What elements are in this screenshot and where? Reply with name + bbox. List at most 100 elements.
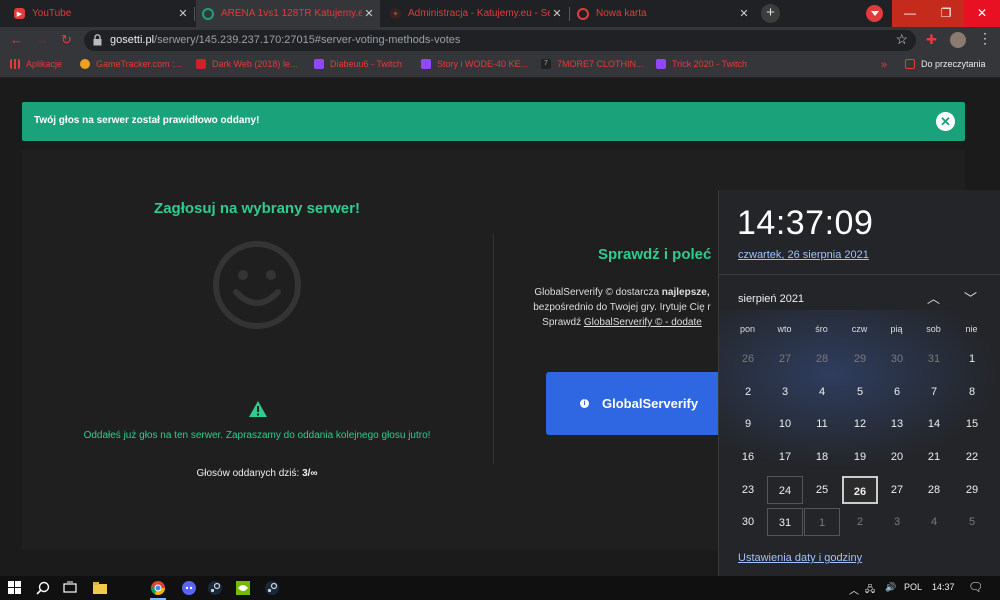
close-tab-icon[interactable]: ✕: [737, 7, 751, 20]
minimize-button[interactable]: —: [892, 0, 928, 27]
globalserverify-link[interactable]: GlobalServerify © - dodate: [584, 317, 702, 328]
calendar-day[interactable]: 2: [730, 378, 766, 406]
calendar-day[interactable]: 7: [916, 378, 952, 406]
calendar-day[interactable]: 27: [879, 476, 915, 504]
calendar-day[interactable]: 29: [842, 345, 878, 373]
calendar-day[interactable]: 15: [954, 410, 990, 438]
close-tab-icon[interactable]: ✕: [550, 7, 564, 20]
search-icon[interactable]: [36, 581, 50, 595]
calendar-day[interactable]: 1: [804, 508, 840, 536]
calendar-day[interactable]: 14: [916, 410, 952, 438]
calendar-day[interactable]: 5: [842, 378, 878, 406]
steam-icon[interactable]: [265, 581, 279, 595]
calendar-day[interactable]: 31: [767, 508, 803, 536]
calendar-day[interactable]: 17: [767, 443, 803, 471]
calendar-day[interactable]: 12: [842, 410, 878, 438]
back-arrow-icon[interactable]: ←: [10, 32, 23, 47]
calendar-day[interactable]: 20: [879, 443, 915, 471]
calendar-day[interactable]: 3: [767, 378, 803, 406]
bookmark-diabeuu6[interactable]: Diabeuu6 - Twitch: [314, 59, 402, 69]
clock-date-link[interactable]: czwartek, 26 sierpnia 2021: [738, 249, 869, 261]
calendar-day[interactable]: 30: [879, 345, 915, 373]
calendar-day[interactable]: 9: [730, 410, 766, 438]
restore-button[interactable]: ❐: [928, 0, 964, 27]
network-icon[interactable]: 🖧: [865, 582, 875, 598]
calendar-month-label[interactable]: sierpień 2021: [738, 293, 804, 305]
calendar-day[interactable]: 26: [730, 345, 766, 373]
reload-icon[interactable]: ↻: [61, 32, 72, 48]
calendar-day[interactable]: 10: [767, 410, 803, 438]
calendar-day[interactable]: 29: [954, 476, 990, 504]
reading-list-button[interactable]: Do przeczytania: [905, 59, 986, 69]
calendar-day[interactable]: 5: [954, 508, 990, 536]
calendar-day[interactable]: 27: [767, 345, 803, 373]
calendar-day[interactable]: 21: [916, 443, 952, 471]
calendar-day[interactable]: 4: [916, 508, 952, 536]
forward-arrow-icon[interactable]: →: [36, 32, 49, 47]
calendar-day[interactable]: 25: [804, 476, 840, 504]
tab-search-icon[interactable]: [866, 5, 883, 22]
apps-grid-icon: [10, 59, 20, 69]
nvidia-icon[interactable]: [236, 581, 250, 595]
close-tab-icon[interactable]: ✕: [362, 7, 376, 20]
new-tab-button[interactable]: +: [761, 4, 780, 23]
calendar-day[interactable]: 23: [730, 476, 766, 504]
calendar-day[interactable]: 2: [842, 508, 878, 536]
globalserverify-button[interactable]: i GlobalServerify: [546, 372, 726, 435]
tray-expand-icon[interactable]: ︿: [849, 582, 859, 597]
calendar-day[interactable]: 22: [954, 443, 990, 471]
windows-start-icon[interactable]: [8, 581, 22, 595]
calendar-day[interactable]: 8: [954, 378, 990, 406]
steam-icon[interactable]: [208, 581, 222, 595]
bookmark-dark-web[interactable]: Dark Web (2018) le...: [196, 59, 297, 69]
bookmark-apps[interactable]: Aplikacje: [10, 59, 62, 69]
success-alert: Twój głos na serwer został prawidłowo od…: [22, 102, 965, 141]
browser-menu-icon[interactable]: ⋮: [978, 30, 992, 47]
calendar-day[interactable]: 31: [916, 345, 952, 373]
chevron-down-icon[interactable]: ﹀: [964, 288, 977, 307]
calendar-day[interactable]: 6: [879, 378, 915, 406]
volume-icon[interactable]: 🔊: [885, 582, 896, 593]
address-bar[interactable]: gosetti.pl/serwery/145.239.237.170:27015…: [84, 30, 916, 51]
chevron-up-icon[interactable]: ︿: [927, 288, 940, 307]
crosshair-icon: [202, 7, 214, 20]
tab-arena[interactable]: ARENA 1vs1 128TR Katujemy.eu « ✕: [196, 0, 380, 27]
language-indicator[interactable]: POL: [904, 582, 922, 592]
chrome-icon[interactable]: [151, 581, 165, 595]
calendar-day[interactable]: 18: [804, 443, 840, 471]
calendar-day[interactable]: 24: [767, 476, 803, 504]
taskbar-clock[interactable]: 14:37: [932, 582, 955, 592]
calendar-day[interactable]: 28: [804, 345, 840, 373]
calendar-day[interactable]: 4: [804, 378, 840, 406]
calendar-day[interactable]: 19: [842, 443, 878, 471]
calendar-day[interactable]: 11: [804, 410, 840, 438]
bookmark-gametracker[interactable]: GameTracker.com :...: [80, 59, 182, 69]
task-view-icon[interactable]: [63, 581, 77, 595]
calendar-day[interactable]: 28: [916, 476, 952, 504]
close-tab-icon[interactable]: ✕: [176, 7, 190, 20]
tab-youtube[interactable]: ▶ YouTube ✕: [8, 0, 194, 27]
profile-avatar[interactable]: [950, 32, 966, 48]
close-window-button[interactable]: ✕: [964, 0, 1000, 27]
calendar-day[interactable]: 13: [879, 410, 915, 438]
bookmark-story[interactable]: Story i WODE-40 KE...: [421, 59, 528, 69]
calendar-day[interactable]: 1: [954, 345, 990, 373]
calendar-day[interactable]: 3: [879, 508, 915, 536]
notification-center-icon[interactable]: 🗨: [968, 580, 983, 594]
youtube-icon: ▶: [14, 8, 25, 19]
calendar-day[interactable]: 30: [730, 508, 766, 536]
bookmarks-overflow-button[interactable]: »: [881, 59, 887, 71]
calendar-day[interactable]: 16: [730, 443, 766, 471]
date-time-settings-link[interactable]: Ustawienia daty i godziny: [738, 552, 862, 564]
bookmark-trick[interactable]: Trick 2020 - Twitch: [656, 59, 747, 69]
calendar-day[interactable]: 26: [842, 476, 878, 504]
tab-nowa-karta[interactable]: Nowa karta ✕: [571, 0, 755, 27]
extensions-puzzle-icon[interactable]: ✚: [926, 32, 937, 48]
close-alert-icon[interactable]: ✕: [936, 112, 955, 131]
file-explorer-icon[interactable]: [93, 581, 107, 595]
bookmark-star-icon[interactable]: ☆: [895, 31, 908, 48]
tab-administracja[interactable]: ✦ Administracja - Katujemy.eu - Se ✕: [384, 0, 568, 27]
bookmark-7more7[interactable]: 7 7MORE7 CLOTHIN...: [541, 59, 644, 69]
discord-icon[interactable]: [182, 581, 196, 595]
twitch-icon: [421, 59, 431, 69]
